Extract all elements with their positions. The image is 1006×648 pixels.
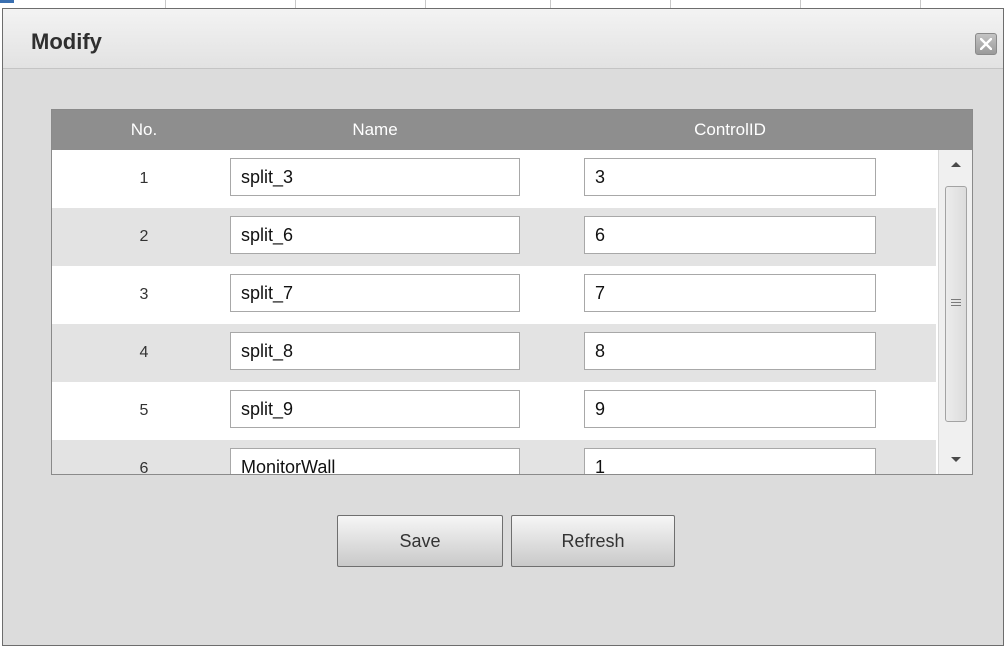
scroll-up-button[interactable] [939,152,972,176]
scroll-down-arrow-icon [951,457,961,462]
background-column [670,0,801,8]
controlid-input[interactable] [584,390,876,428]
table-row: 3 [52,266,936,324]
close-icon [980,38,992,50]
controlid-input[interactable] [584,274,876,312]
table-header: No. Name ControlID [52,110,972,150]
row-number: 2 [139,228,149,245]
row-number: 4 [139,344,149,361]
save-button[interactable]: Save [337,515,503,567]
name-input[interactable] [230,448,520,474]
table-row: 6 [52,440,936,475]
name-input[interactable] [230,332,520,370]
controlid-input[interactable] [584,216,876,254]
name-input[interactable] [230,158,520,196]
controlid-input[interactable] [584,448,876,474]
background-column [800,0,921,8]
name-input[interactable] [230,216,520,254]
vertical-scrollbar[interactable] [938,150,972,474]
scrollbar-thumb[interactable] [945,186,967,422]
controlid-input[interactable] [584,158,876,196]
background-column [425,0,551,8]
table-row: 5 [52,382,936,440]
background-column [295,0,426,8]
header-no: No. [130,120,158,139]
modify-dialog: Modify No. Name ControlID 1 2 3 [2,8,1004,646]
header-controlid: ControlID [694,120,766,139]
row-number: 5 [139,402,149,419]
table-row: 2 [52,208,936,266]
table-body: 1 2 3 4 5 [52,150,936,475]
background-column [0,0,166,8]
name-input[interactable] [230,390,520,428]
row-number: 3 [139,286,149,303]
name-input[interactable] [230,274,520,312]
dialog-title: Modify [31,29,102,54]
scroll-up-arrow-icon [951,162,961,167]
close-button[interactable] [975,33,997,55]
row-number: 6 [139,460,149,475]
table-row: 4 [52,324,936,382]
header-name: Name [352,120,398,139]
row-number: 1 [139,170,149,187]
background-window-strip [0,0,1006,8]
dialog-titlebar: Modify [3,9,1003,69]
scrollbar-grip-icon [951,299,961,308]
refresh-button[interactable]: Refresh [511,515,675,567]
scroll-down-button[interactable] [939,448,972,472]
background-column [550,0,671,8]
background-column [165,0,296,8]
control-table: No. Name ControlID 1 2 3 4 [51,109,973,475]
table-row: 1 [52,150,936,208]
controlid-input[interactable] [584,332,876,370]
